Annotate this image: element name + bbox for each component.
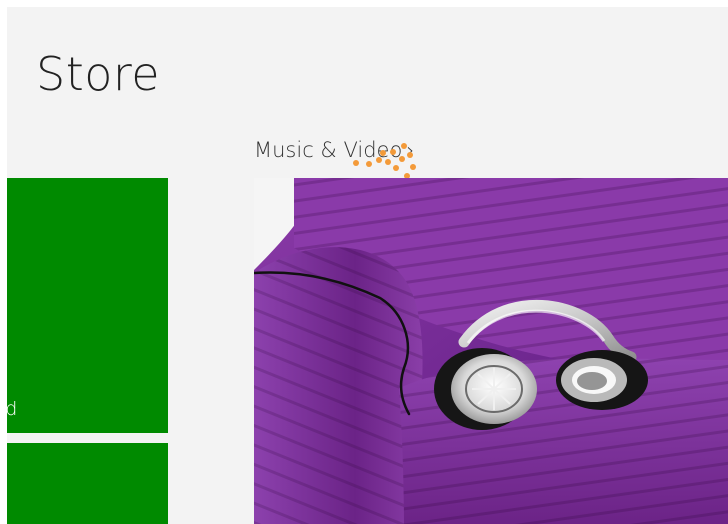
music-video-section-link[interactable]: Music & Video › — [254, 138, 414, 162]
section-label: Music & Video — [254, 138, 403, 162]
tile-label: id — [7, 398, 18, 420]
music-video-hero-tile[interactable] — [254, 178, 728, 524]
chevron-right-icon: › — [406, 138, 415, 162]
page-title: Store — [36, 47, 161, 101]
app-tile-featured[interactable]: id — [7, 178, 168, 433]
headphones-on-purple-chair-image — [254, 178, 728, 524]
store-screen: Store id Music & Video › — [7, 7, 728, 524]
app-tile-secondary[interactable] — [7, 443, 168, 524]
